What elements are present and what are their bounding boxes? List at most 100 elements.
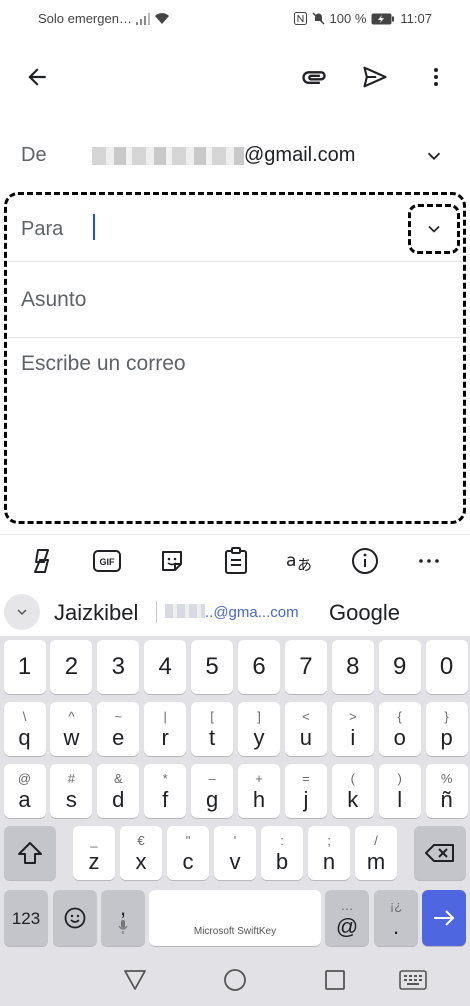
key-label: f	[162, 786, 169, 812]
key-secondary-label: "	[185, 832, 191, 848]
suggestion-2-email[interactable]: ..@gma...com	[205, 604, 299, 621]
emoji-key[interactable]	[53, 890, 97, 946]
key-secondary-label: ¡¿	[389, 897, 403, 913]
key-t[interactable]: [t	[191, 702, 234, 756]
backspace-key[interactable]	[414, 826, 466, 880]
key-4[interactable]: 4	[144, 640, 187, 694]
key-h[interactable]: + h	[238, 764, 280, 818]
attach-icon[interactable]	[290, 52, 338, 102]
key-0[interactable]: 0	[425, 640, 468, 694]
home-circle-icon[interactable]	[220, 966, 250, 994]
wifi-icon	[154, 12, 170, 25]
key-u[interactable]: < u	[284, 702, 327, 756]
key-q[interactable]: \ q	[3, 702, 46, 756]
key-a[interactable]: @ a	[3, 764, 46, 818]
to-chevron-down-icon[interactable]	[408, 204, 460, 254]
subject-field[interactable]: Asunto	[8, 262, 462, 338]
key-y[interactable]: ] y	[238, 702, 280, 756]
key-s[interactable]: # s	[50, 764, 93, 818]
key-label: l	[397, 786, 403, 812]
key-9[interactable]: 9	[378, 640, 421, 694]
keyboard: 1 2 3 4 5 6 7 8 9 0 \ q ^ w ~ e | r[t] y < u > i{o} p @ a # s & d * f – g…	[0, 636, 470, 954]
key-5[interactable]: 5	[191, 640, 234, 694]
key-o[interactable]: {o	[378, 702, 421, 756]
key-label: x	[135, 848, 147, 874]
key-b[interactable]: :b	[261, 826, 303, 880]
copilot-icon[interactable]	[24, 542, 62, 580]
key-p[interactable]: } p	[425, 702, 468, 756]
key-d[interactable]: & d	[97, 764, 140, 818]
key-f[interactable]: * f	[144, 764, 187, 818]
from-email-domain: @gmail.com	[244, 144, 356, 166]
key-label: u	[299, 724, 313, 750]
key-e[interactable]: ~ e	[97, 702, 140, 756]
key-8[interactable]: 8	[331, 640, 374, 694]
keyboard-icon[interactable]	[396, 966, 430, 994]
more-horiz-icon[interactable]	[410, 542, 448, 580]
key-label: t	[209, 724, 216, 750]
back-triangle-icon[interactable]	[120, 966, 150, 994]
key-6[interactable]: 6	[238, 640, 280, 694]
key-ñ[interactable]: % ñ	[425, 764, 468, 818]
key-g[interactable]: – g	[191, 764, 234, 818]
svg-text:あ: あ	[297, 556, 312, 574]
key-secondary-label: \	[22, 708, 27, 724]
key-secondary-label: [	[210, 708, 214, 724]
key-v[interactable]: ' v	[214, 826, 256, 880]
key-label: 2	[64, 653, 79, 680]
key-label: w	[63, 724, 80, 750]
key-n[interactable]: ; n	[308, 826, 350, 880]
key-label: v	[229, 848, 241, 874]
info-icon[interactable]	[346, 542, 384, 580]
key-z[interactable]: _ z	[73, 826, 115, 880]
send-icon[interactable]	[351, 52, 399, 102]
key-k[interactable]: (k	[331, 764, 374, 818]
key-label: @	[335, 913, 359, 939]
body-field[interactable]: Escribe un correo	[21, 352, 186, 376]
to-label: Para	[21, 218, 64, 240]
shift-key[interactable]	[4, 826, 56, 880]
comma-key[interactable]: ,	[101, 890, 145, 946]
translate-icon[interactable]: aあ	[281, 542, 319, 580]
key-1[interactable]: 1	[3, 640, 46, 694]
period-key[interactable]: ¡¿.	[374, 890, 418, 946]
suggestion-3[interactable]: Google	[329, 600, 400, 626]
key-i[interactable]: > i	[331, 702, 374, 756]
key-w[interactable]: ^ w	[50, 702, 93, 756]
back-arrow-icon[interactable]	[13, 52, 61, 102]
key-2[interactable]: 2	[50, 640, 93, 694]
to-row[interactable]: Para	[8, 196, 462, 262]
key-secondary-label: ]	[257, 708, 261, 724]
key-secondary-label: €	[137, 832, 145, 848]
enter-key[interactable]	[422, 890, 466, 946]
key-j[interactable]: = j	[284, 764, 327, 818]
collapse-chevron-icon[interactable]	[4, 594, 40, 630]
mute-icon	[312, 12, 325, 25]
key-label: 4	[158, 653, 172, 680]
sticker-icon[interactable]	[153, 542, 191, 580]
more-vert-icon[interactable]	[412, 52, 460, 102]
key-x[interactable]: € x	[120, 826, 162, 880]
key-c[interactable]: " c	[167, 826, 209, 880]
key-label: 3	[111, 653, 125, 680]
key-secondary-label: /	[374, 832, 378, 848]
numbers-switch-key[interactable]: 123	[4, 890, 48, 946]
key-7[interactable]: 7	[284, 640, 327, 694]
recents-square-icon[interactable]	[320, 966, 350, 994]
space-key[interactable]: Microsoft SwiftKey	[149, 890, 321, 946]
key-3[interactable]: 3	[97, 640, 140, 694]
gif-icon[interactable]: GIF	[88, 542, 126, 580]
from-chevron-down-icon[interactable]	[418, 140, 450, 172]
clipboard-icon[interactable]	[217, 542, 255, 580]
key-m[interactable]: / m	[355, 826, 397, 880]
key-secondary-label: |	[163, 708, 167, 724]
key-l[interactable]: ) l	[378, 764, 421, 818]
emoji-icon	[64, 907, 86, 929]
at-key[interactable]: … @	[325, 890, 369, 946]
key-secondary-label: #	[67, 770, 75, 786]
key-label: 1	[17, 653, 32, 680]
suggestion-1[interactable]: Jaizkibel	[54, 600, 138, 626]
key-r[interactable]: | r	[144, 702, 187, 756]
key-label: h	[252, 786, 266, 812]
svg-text:GIF: GIF	[100, 557, 116, 567]
